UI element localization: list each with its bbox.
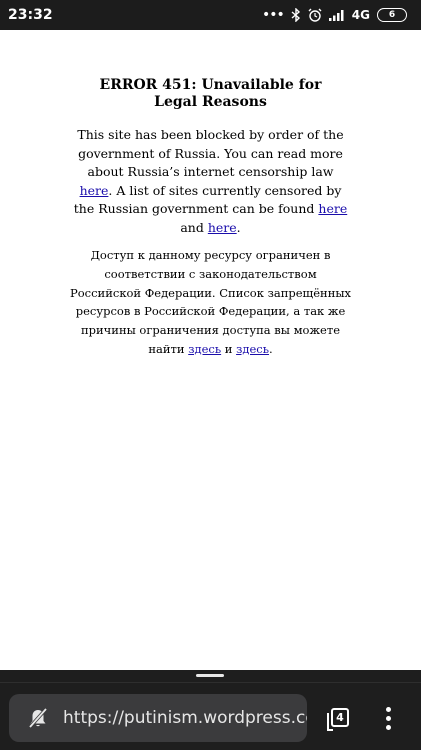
network-type: 4G [351,8,370,22]
censored-list-link-2[interactable]: here [208,220,237,235]
russian-text-1: Доступ к данному ресурсу ограничен в соо… [70,248,351,356]
bluetooth-icon [291,8,301,22]
russian-notice: Доступ к данному ресурсу ограничен в соо… [70,246,351,359]
battery-icon: 6 [377,8,407,22]
battery-level: 6 [388,10,396,20]
tabs-button[interactable]: 4 [327,705,352,731]
status-bar: 23:32 ••• 4G 6 [0,0,421,30]
browser-toolbar: https://putinism.wordpress.com 4 [0,670,421,750]
russian-link-1[interactable]: здесь [188,342,221,356]
url-bar[interactable]: https://putinism.wordpress.com [9,694,307,742]
status-time: 23:32 [8,7,53,23]
web-page: ERROR 451: Unavailable for Legal Reasons… [0,30,421,670]
tabs-icon: 4 [327,707,349,731]
censored-list-link-1[interactable]: here [318,201,347,216]
russian-link-2[interactable]: здесь [236,342,269,356]
english-text-1: This site has been blocked by order of t… [77,127,344,180]
more-vert-icon[interactable] [378,703,398,733]
tab-count: 4 [336,710,344,724]
signal-icon [328,9,345,21]
english-text-2: . A list of sites currently censored by … [73,182,342,217]
censorship-law-link[interactable]: here [80,183,109,198]
toolbar-divider [0,682,421,683]
more-dots-icon: ••• [262,7,285,23]
russian-text-2: и [221,341,237,356]
alarm-icon [308,8,322,22]
english-notice: This site has been blocked by order of t… [70,126,351,238]
russian-text-3: . [268,341,273,356]
english-text-3: and [180,219,208,235]
no-notifications-icon[interactable] [27,707,49,729]
page-title: ERROR 451: Unavailable for Legal Reasons [99,77,322,110]
drag-handle[interactable] [196,674,224,677]
english-text-4: . [236,219,241,235]
url-text[interactable]: https://putinism.wordpress.com [63,708,307,728]
status-icons: ••• 4G 6 [262,8,407,22]
